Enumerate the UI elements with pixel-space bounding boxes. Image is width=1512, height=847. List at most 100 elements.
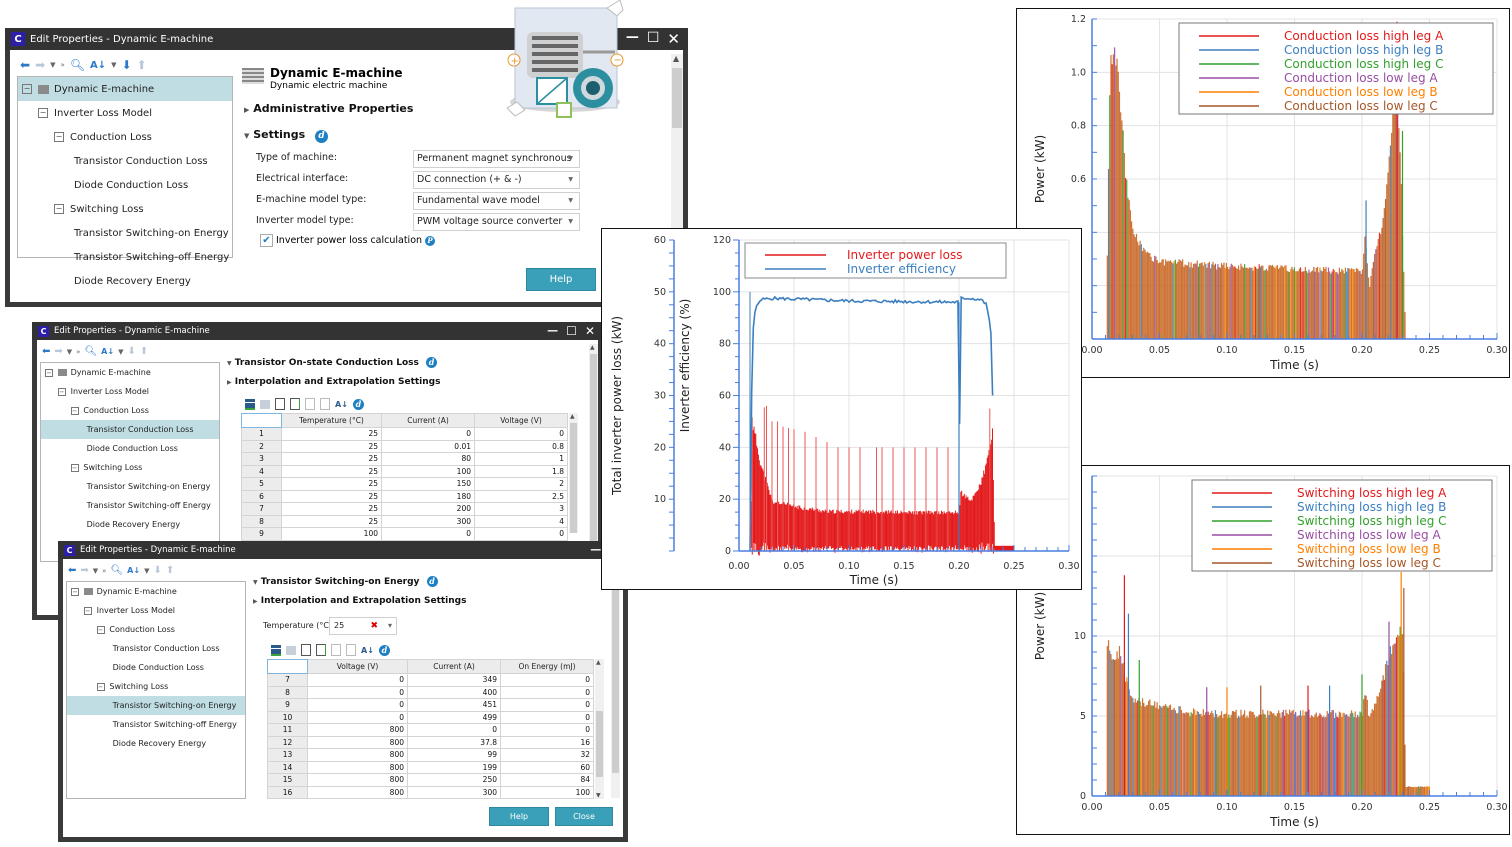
table-cell[interactable]: 800 [307,735,408,749]
tree-item[interactable]: Transistor Switching-off Energy [18,245,232,269]
table-cell[interactable]: 84 [500,773,594,787]
collapse-icon[interactable]: − [38,108,48,118]
forward-arrow-icon[interactable]: ➡ [35,58,45,72]
search-icon[interactable]: 🔍︎ [84,346,97,357]
table-cell[interactable]: 199 [407,760,501,774]
collapse-icon[interactable]: − [57,387,66,396]
table-cell[interactable]: 200 [381,502,475,516]
move-up-icon[interactable]: ⬆ [137,58,147,72]
table-cell[interactable]: 2 [474,477,568,491]
move-down-icon[interactable]: ⬇ [153,565,161,576]
help-button[interactable]: Help [526,268,596,291]
tree-item[interactable]: − Dynamic E-machine [18,77,232,101]
table-row[interactable]: 3 25 80 1 [241,452,568,466]
collapse-icon[interactable]: − [96,625,105,634]
table-cell[interactable]: 0 [381,527,475,541]
collapse-icon[interactable]: − [54,132,64,142]
documentation-icon[interactable]: d [352,398,364,410]
table-cell[interactable]: 60 [500,760,594,774]
expand-all-icon[interactable]: » [61,61,65,69]
table-row[interactable]: 13 800 99 32 [267,748,594,762]
sort-icon[interactable]: A↓ [90,60,106,71]
export-icon[interactable] [316,644,326,656]
table-row[interactable]: 14 800 199 60 [267,760,594,774]
checkbox-checked-icon[interactable]: ✔ [260,234,273,247]
table-cell[interactable]: 80 [381,452,475,466]
tree-item[interactable]: − Switching Loss [18,197,232,221]
tree-item[interactable]: Diode Recovery Energy [41,515,219,534]
maximize-button[interactable]: ☐ [647,30,660,48]
close-button[interactable]: ✕ [667,30,680,48]
scroll-up-icon[interactable]: ▲ [673,54,679,63]
interpolation-settings-section[interactable]: ▶ Interpolation and Extrapolation Settin… [227,377,440,387]
column-header[interactable]: Temperature (°C) [281,413,382,428]
table-row[interactable]: 7 0 349 0 [267,673,594,687]
table-cell[interactable]: 180 [381,489,475,503]
column-header[interactable]: Voltage (V) [474,413,568,428]
parameter-icon[interactable]: P [425,235,436,246]
tree-item[interactable]: Transistor Switching-on Energy [18,221,232,245]
column-header[interactable]: Current (A) [407,659,501,674]
settings-section[interactable]: ▼ Settings d [244,128,329,143]
table-cell[interactable]: 1.8 [474,464,568,478]
table-cell[interactable]: 150 [381,477,475,491]
table-cell[interactable]: 99 [407,748,501,762]
back-arrow-icon[interactable]: ⬅ [68,565,76,576]
documentation-icon[interactable]: d [378,644,390,656]
table-cell[interactable]: 800 [307,760,408,774]
documentation-icon[interactable]: d [315,130,329,143]
back-arrow-icon[interactable]: ⬅ [42,346,50,357]
copy-icon[interactable] [305,398,315,410]
table-cell[interactable]: 100 [500,785,594,799]
interpolation-settings-section[interactable]: ▶ Interpolation and Extrapolation Settin… [253,596,466,606]
table-corner[interactable] [267,659,308,674]
table-cell[interactable]: 0 [500,673,594,687]
field-select[interactable]: PWM voltage source converter ▾ [413,213,580,231]
table-cell[interactable]: 1 [474,452,568,466]
paste-icon[interactable] [320,398,330,410]
tree-item[interactable]: − Dynamic E-machine [67,582,245,601]
table-row[interactable]: 8 25 300 4 [241,514,568,528]
table-cell[interactable]: 0 [307,698,408,712]
transistor-conduction-loss-section[interactable]: ▼ Transistor On-state Conduction Loss d [227,357,438,368]
table-cell[interactable]: 0 [500,698,594,712]
table-cell[interactable]: 25 [281,502,382,516]
table-row[interactable]: 6 25 180 2.5 [241,489,568,503]
import-icon[interactable] [301,644,311,656]
table-cell[interactable]: 0 [500,723,594,737]
tree-item[interactable]: − Switching Loss [41,458,219,477]
sort-icon[interactable]: A↓ [335,400,348,409]
field-select[interactable]: DC connection (+ & -) ▾ [413,171,580,189]
table-cell[interactable]: 100 [381,464,475,478]
table-scrollbar[interactable]: ▲ [569,413,578,533]
move-down-icon[interactable]: ⬇ [122,58,132,72]
documentation-icon[interactable]: d [426,357,438,368]
scroll-down-icon[interactable]: ▼ [596,792,601,799]
field-select[interactable]: Fundamental wave model ▾ [413,192,580,210]
tree-item[interactable]: Transistor Conduction Loss [67,639,245,658]
table-cell[interactable]: 37.8 [407,735,501,749]
import-icon[interactable] [275,398,285,410]
collapse-icon[interactable]: − [45,368,53,377]
table-row[interactable]: 2 25 0.01 0.8 [241,439,568,453]
expand-all-icon[interactable]: » [76,348,80,356]
table-row[interactable]: 11 800 0 0 [267,723,594,737]
column-header[interactable]: On Energy (mJ) [500,659,594,674]
scroll-up-icon[interactable]: ▲ [590,344,595,351]
chevron-down-icon[interactable]: ▾ [388,618,392,634]
table-row[interactable]: 9 0 451 0 [267,698,594,712]
tree-item[interactable]: Transistor Switching-on Energy [41,477,219,496]
table-cell[interactable]: 32 [500,748,594,762]
collapse-icon[interactable]: − [70,406,79,415]
table-row[interactable]: 4 25 100 1.8 [241,464,568,478]
table-cell[interactable]: 0.01 [381,439,475,453]
column-header[interactable]: Voltage (V) [307,659,408,674]
vertical-scrollbar[interactable] [611,563,620,798]
collapse-icon[interactable]: − [70,463,79,472]
tree-item[interactable]: − Dynamic E-machine [41,363,219,382]
tree-item[interactable]: Transistor Switching-off Energy [67,715,245,734]
expand-all-icon[interactable]: » [102,567,106,575]
table-cell[interactable]: 800 [307,785,408,799]
table-cell[interactable]: 300 [407,785,501,799]
table-cell[interactable]: 300 [381,514,475,528]
